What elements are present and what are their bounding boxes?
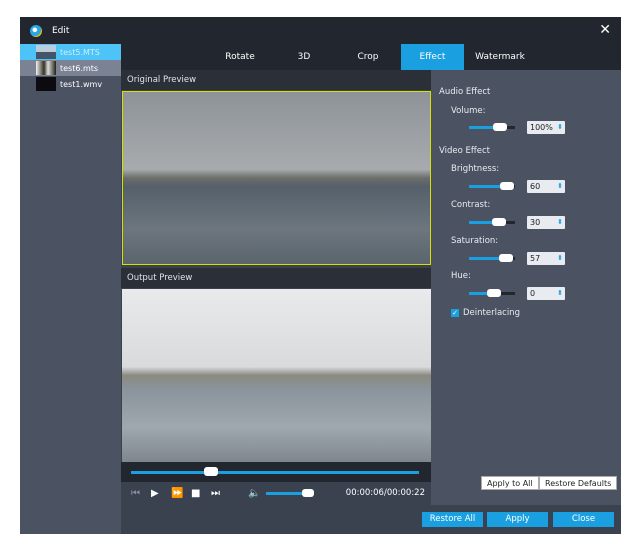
video-effect-heading: Video Effect	[439, 146, 490, 156]
original-preview-video[interactable]	[122, 91, 431, 265]
tab-3d[interactable]: 3D	[273, 44, 335, 70]
file-name: test1.wmv	[60, 79, 103, 89]
effect-panel: Audio Effect Volume: 100% Video Effect B…	[431, 70, 621, 505]
tab-rotate[interactable]: Rotate	[207, 44, 273, 70]
hue-spinbox[interactable]: 0	[527, 287, 565, 300]
title-bar: Edit ✕	[20, 17, 621, 44]
apply-button[interactable]: Apply	[487, 512, 548, 527]
edit-window: Edit ✕ test5.MTS test6.mts test1.wmv Rot…	[20, 17, 621, 534]
time-display: 00:00:06/00:00:22	[345, 488, 425, 498]
output-preview-video	[122, 289, 431, 462]
hue-slider[interactable]	[469, 289, 515, 297]
volume-icon[interactable]: 🔈	[248, 488, 260, 499]
footer-bar: Restore All Apply Close	[121, 505, 621, 534]
deinterlacing-label: Deinterlacing	[463, 308, 520, 318]
saturation-label: Saturation:	[451, 236, 499, 246]
restore-defaults-button[interactable]: Restore Defaults	[539, 476, 618, 490]
file-name: test5.MTS	[60, 47, 100, 57]
fast-forward-icon[interactable]: ⏩	[171, 488, 183, 499]
volume-label: Volume:	[451, 106, 486, 116]
stop-icon[interactable]: ■	[191, 488, 201, 499]
app-logo-icon	[30, 24, 42, 37]
thumbnail	[36, 77, 56, 91]
output-preview-label: Output Preview	[121, 268, 431, 288]
file-name: test6.mts	[60, 63, 99, 73]
tab-crop[interactable]: Crop	[335, 44, 401, 70]
tab-bar: Rotate 3D Crop Effect Watermark	[121, 44, 621, 70]
checkmark-icon: ✓	[451, 309, 459, 317]
contrast-slider[interactable]	[469, 218, 515, 226]
brightness-spinbox[interactable]: 60	[527, 180, 565, 193]
volume-effect-slider[interactable]	[469, 123, 515, 131]
player-controls: ⏮ ▶ ⏩ ■ ⏭ 🔈 00:00:06/00:00:22	[121, 482, 431, 505]
close-button[interactable]: Close	[553, 512, 614, 527]
brightness-slider[interactable]	[469, 182, 515, 190]
seek-bar[interactable]	[121, 462, 431, 482]
file-item[interactable]: test5.MTS	[20, 44, 121, 60]
seek-handle[interactable]	[204, 467, 218, 476]
original-preview-label: Original Preview	[121, 70, 431, 90]
thumbnail	[36, 45, 56, 59]
thumbnail	[36, 61, 56, 75]
brightness-label: Brightness:	[451, 164, 500, 174]
hue-label: Hue:	[451, 271, 471, 281]
deinterlacing-checkbox[interactable]: ✓ Deinterlacing	[451, 308, 520, 318]
play-icon[interactable]: ▶	[151, 488, 161, 499]
contrast-label: Contrast:	[451, 200, 491, 210]
audio-effect-heading: Audio Effect	[439, 87, 491, 97]
tab-watermark[interactable]: Watermark	[464, 44, 536, 70]
apply-to-all-button[interactable]: Apply to All	[481, 476, 539, 490]
file-item[interactable]: test1.wmv	[20, 76, 121, 92]
file-list: test5.MTS test6.mts test1.wmv	[20, 44, 121, 534]
tab-effect[interactable]: Effect	[401, 44, 464, 70]
restore-all-button[interactable]: Restore All	[422, 512, 483, 527]
volume-handle[interactable]	[302, 489, 314, 497]
saturation-spinbox[interactable]: 57	[527, 252, 565, 265]
contrast-spinbox[interactable]: 30	[527, 216, 565, 229]
skip-end-icon[interactable]: ⏭	[211, 488, 221, 499]
saturation-slider[interactable]	[469, 254, 515, 262]
close-icon[interactable]: ✕	[599, 22, 611, 38]
file-item[interactable]: test6.mts	[20, 60, 121, 76]
skip-start-icon[interactable]: ⏮	[131, 488, 141, 499]
volume-spinbox[interactable]: 100%	[527, 121, 565, 134]
window-title: Edit	[52, 25, 70, 36]
